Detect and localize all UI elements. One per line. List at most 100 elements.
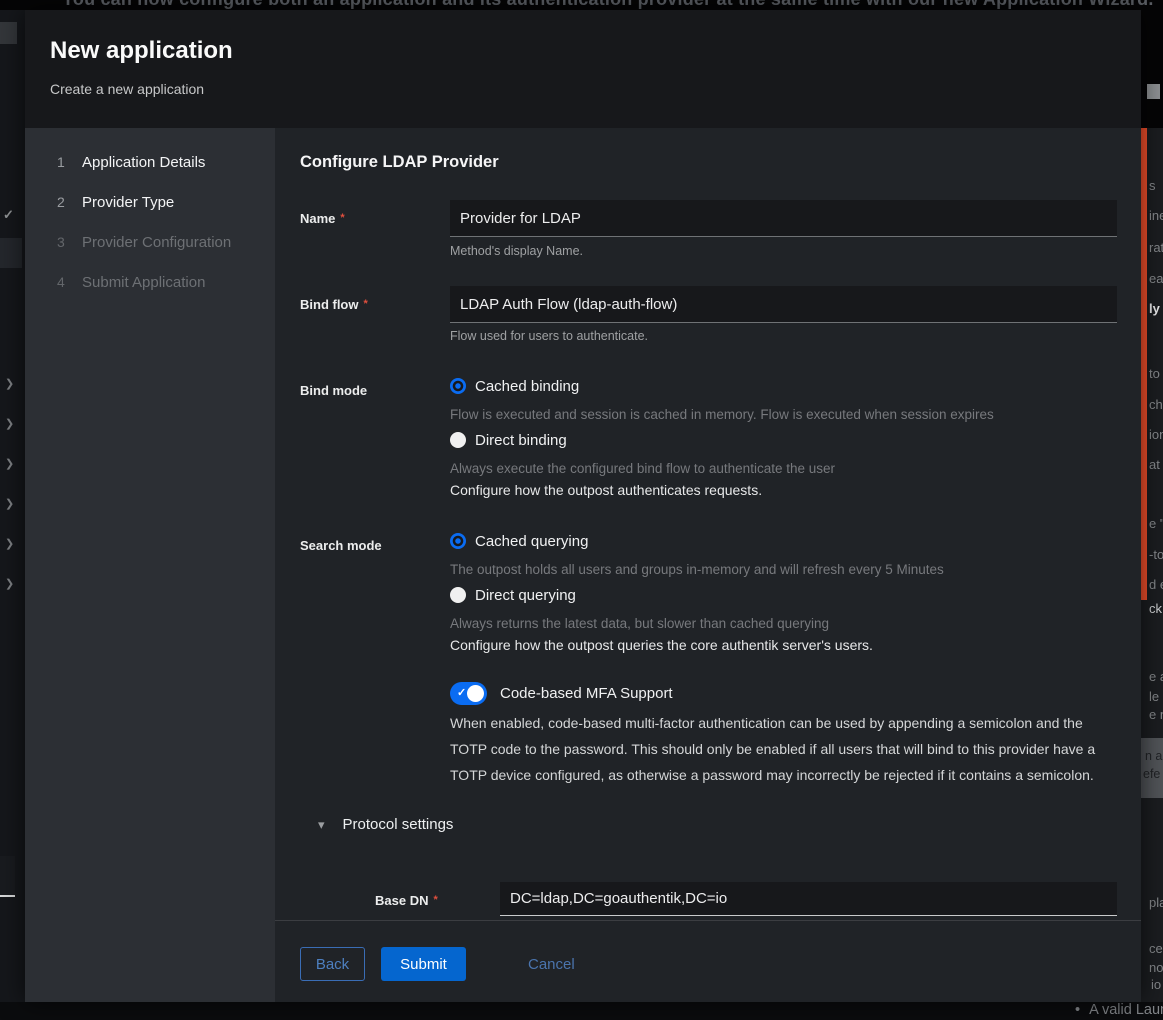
background-text-fragment: to (1149, 366, 1160, 381)
name-label: Name* (300, 211, 345, 226)
chevron-right-icon: ❯ (5, 417, 14, 430)
bind-flow-label: Bind flow* (300, 297, 368, 312)
bind-flow-select[interactable] (450, 286, 1117, 323)
background-text-fragment: rat (1149, 240, 1163, 255)
background-text-fragment: pla (1149, 895, 1163, 910)
radio-checked-icon[interactable] (450, 378, 466, 394)
name-input[interactable] (450, 200, 1117, 237)
name-help: Method's display Name. (450, 244, 583, 258)
bind-mode-cached-desc: Flow is executed and session is cached i… (450, 407, 994, 422)
bullet-icon: • (1075, 1002, 1080, 1018)
page-background: You can now configure both an applicatio… (0, 0, 1163, 1020)
background-bullet-note: • A valid Launch URL (1075, 1002, 1163, 1018)
background-text-fragment: n a (1145, 749, 1162, 763)
cancel-button[interactable]: Cancel (528, 947, 575, 981)
step-provider-type[interactable]: 2Provider Type (25, 182, 275, 222)
toggle-knob[interactable] (467, 685, 484, 702)
mfa-support-toggle[interactable]: ✓ (450, 682, 487, 705)
submit-button[interactable]: Submit (381, 947, 466, 981)
background-selected-row (0, 238, 22, 268)
required-asterisk: * (340, 212, 344, 224)
background-text-fragment: efe (1143, 767, 1160, 781)
background-text-fragment: ine (1149, 208, 1163, 223)
chevron-right-icon: ❯ (5, 457, 14, 470)
background-input-underline (0, 895, 15, 897)
base-dn-label: Base DN* (375, 893, 438, 908)
brand-orange-bar (1141, 128, 1147, 600)
bind-mode-direct-desc: Always execute the configured bind flow … (450, 461, 835, 476)
chevron-right-icon: ❯ (5, 377, 14, 390)
step-label: Provider Configuration (82, 234, 231, 251)
required-asterisk: * (433, 894, 437, 906)
bind-mode-option-direct[interactable]: Direct binding (450, 432, 567, 450)
base-dn-input[interactable] (500, 882, 1117, 916)
provider-config-form: Configure LDAP Provider Name* Method's d… (275, 128, 1141, 1002)
step-number: 2 (57, 182, 82, 222)
chevron-right-icon: ❯ (5, 497, 14, 510)
form-heading: Configure LDAP Provider (300, 153, 499, 172)
required-asterisk: * (364, 298, 368, 310)
search-mode-label: Search mode (300, 538, 382, 553)
search-mode-option-direct[interactable]: Direct querying (450, 587, 576, 605)
search-mode-cached-desc: The outpost holds all users and groups i… (450, 562, 944, 577)
background-text-fragment: ck (1149, 601, 1162, 616)
new-application-modal: New application Create a new application… (25, 10, 1141, 1002)
toggle-check-icon: ✓ (457, 686, 466, 699)
search-mode-summary: Configure how the outpost queries the co… (450, 637, 873, 653)
background-text-fragment: ch (1149, 397, 1163, 412)
step-number: 3 (57, 222, 82, 262)
back-button[interactable]: Back (300, 947, 365, 981)
background-banner-text: You can now configure both an applicatio… (62, 0, 1154, 10)
step-label: Provider Type (82, 194, 174, 211)
bind-flow-help: Flow used for users to authenticate. (450, 329, 648, 343)
chevron-right-icon: ❯ (5, 537, 14, 550)
radio-unchecked-icon[interactable] (450, 432, 466, 448)
chevron-down-icon[interactable]: ▾ (318, 817, 325, 832)
radio-checked-icon[interactable] (450, 533, 466, 549)
background-text-fragment: ces (1149, 941, 1163, 956)
background-text-fragment: -to (1149, 547, 1163, 562)
modal-subtitle: Create a new application (50, 81, 204, 97)
search-mode-direct-desc: Always returns the latest data, but slow… (450, 616, 829, 631)
background-text-fragment: io (1151, 977, 1161, 992)
footer-divider (275, 920, 1141, 921)
background-text-fragment: le (1149, 689, 1159, 704)
step-number: 4 (57, 262, 82, 302)
radio-label[interactable]: Direct binding (475, 432, 567, 449)
background-text-fragment: ly a (1149, 301, 1163, 316)
search-mode-option-cached[interactable]: Cached querying (450, 533, 588, 551)
background-left-strip: ✓ ❯ ❯ ❯ ❯ ❯ ❯ (0, 10, 25, 1002)
background-button-stub (1147, 84, 1160, 99)
background-text-fragment: ea (1149, 271, 1163, 286)
mfa-support-desc: When enabled, code-based multi-factor au… (450, 710, 1122, 788)
wizard-steps-nav: 1Application Details 2Provider Type 3Pro… (25, 128, 275, 1002)
radio-label[interactable]: Cached querying (475, 533, 588, 550)
radio-unchecked-icon[interactable] (450, 587, 466, 603)
background-note-text: A valid Launch URL (1089, 1002, 1163, 1018)
background-text-fragment: e n (1149, 707, 1163, 722)
background-bottom-strip (0, 1002, 1163, 1020)
background-input-stub (0, 856, 15, 895)
modal-header: New application Create a new application (25, 10, 1141, 128)
chevron-right-icon: ❯ (5, 577, 14, 590)
step-application-details[interactable]: 1Application Details (25, 142, 275, 182)
protocol-settings-group[interactable]: ▾ Protocol settings (318, 816, 453, 834)
background-text-fragment: e a (1149, 669, 1163, 684)
step-number: 1 (57, 142, 82, 182)
mfa-support-label[interactable]: Code-based MFA Support (500, 685, 673, 702)
background-text-fragment: d e (1149, 577, 1163, 592)
modal-title: New application (50, 37, 233, 65)
background-text-fragment: s (1149, 178, 1156, 193)
background-text-fragment: ion (1149, 427, 1163, 442)
check-icon: ✓ (3, 207, 14, 223)
bind-mode-option-cached[interactable]: Cached binding (450, 378, 579, 396)
bind-mode-summary: Configure how the outpost authenticates … (450, 482, 762, 498)
step-provider-configuration: 3Provider Configuration (25, 222, 275, 262)
radio-label[interactable]: Direct querying (475, 587, 576, 604)
background-text-fragment: no (1149, 960, 1163, 975)
background-text-fragment: e "o (1149, 516, 1163, 531)
step-submit-application: 4Submit Application (25, 262, 275, 302)
modal-body: 1Application Details 2Provider Type 3Pro… (25, 128, 1141, 1002)
group-label[interactable]: Protocol settings (343, 816, 454, 833)
radio-label[interactable]: Cached binding (475, 378, 579, 395)
